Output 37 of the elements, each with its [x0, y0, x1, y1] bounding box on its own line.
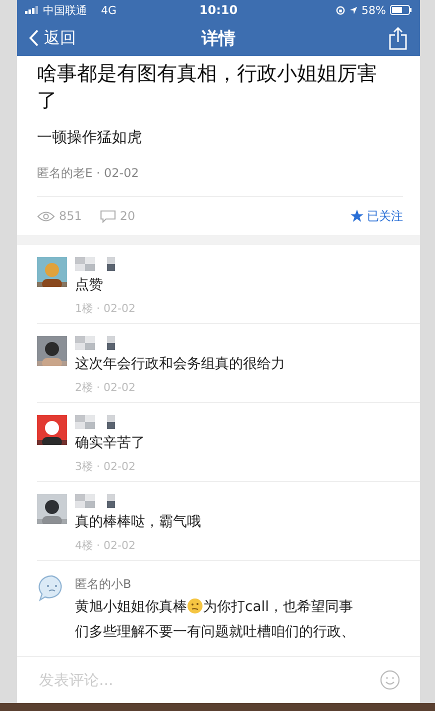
network-type: 4G — [101, 4, 117, 16]
blurred-name — [75, 494, 117, 508]
page-title: 详情 — [202, 28, 236, 50]
comment-text: 黄旭小姐姐你真棒 — [75, 599, 187, 615]
comment-text: 真的棒棒哒，霸气哦 — [75, 513, 202, 532]
comment-meta: 1楼 · 02-02 — [75, 301, 136, 316]
follow-button[interactable]: 已关注 — [350, 208, 403, 224]
comment-text: 们多些理解不要一有问题就吐槽咱们的行政、 — [75, 623, 356, 642]
battery-percent: 58% — [362, 4, 386, 16]
battery-icon — [390, 5, 412, 15]
chevron-left-icon — [29, 29, 39, 47]
thinking-emoji-icon — [187, 598, 203, 614]
comment-text: 为你打call，也希望同事 — [203, 599, 354, 615]
comment-meta: 2楼 · 02-02 — [75, 380, 136, 395]
comment-text: 这次年会行政和会务组真的很给力 — [75, 355, 286, 374]
post-meta: 匿名的老E · 02-02 — [37, 165, 403, 197]
signal-icon — [25, 6, 39, 14]
comment-text: 点赞 — [75, 276, 104, 295]
clock-time: 10:10 — [199, 3, 238, 17]
location-icon — [348, 6, 358, 14]
share-icon[interactable] — [388, 26, 408, 50]
comment-icon — [100, 210, 116, 222]
comment-count: 20 — [120, 209, 136, 223]
post-body: 一顿操作猛如虎 — [37, 128, 143, 147]
eye-icon — [37, 210, 55, 222]
blurred-name — [75, 257, 117, 271]
commenter-name: 匿名的小B — [75, 577, 132, 591]
back-button[interactable]: 返回 — [29, 28, 99, 48]
comment-text: 确实辛苦了 — [75, 434, 146, 453]
comment-meta: 4楼 · 02-02 — [75, 538, 136, 553]
carrier-name: 中国联通 — [43, 2, 87, 18]
view-count: 851 — [59, 209, 82, 223]
post-title: 啥事都是有图有真相，行政小姐姐厉害了 — [37, 60, 378, 114]
comment-meta: 3楼 · 02-02 — [75, 459, 136, 474]
star-icon — [350, 209, 364, 223]
blurred-name — [75, 415, 117, 429]
blurred-name — [75, 336, 117, 350]
